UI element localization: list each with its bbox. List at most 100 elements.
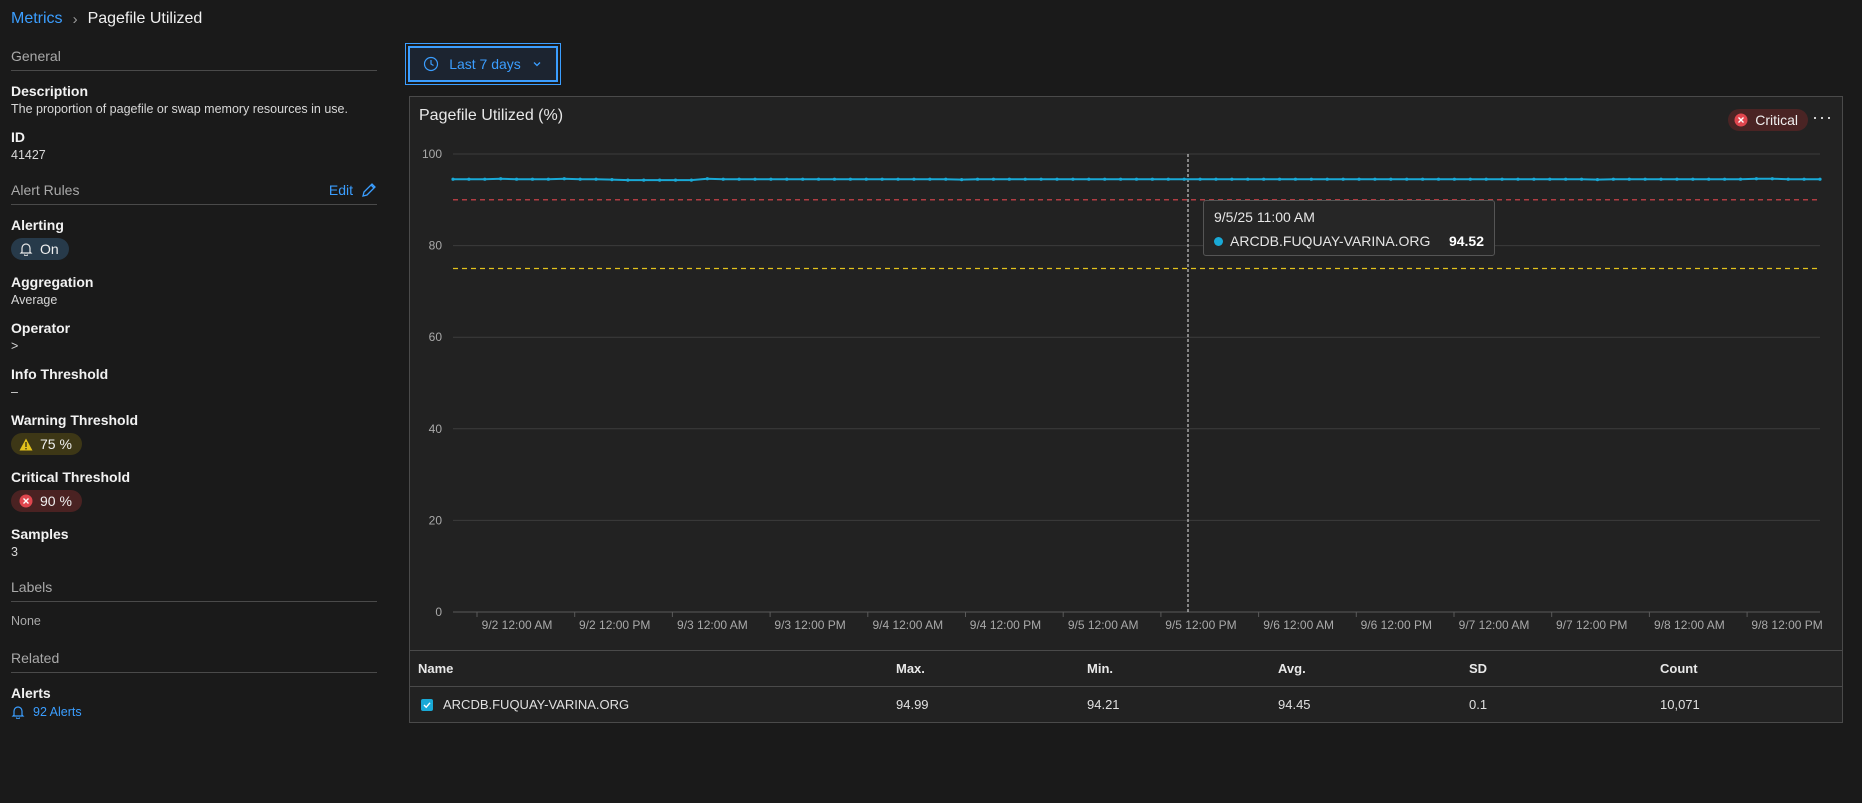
chevron-down-icon <box>533 62 541 67</box>
y-tick-label: 0 <box>435 605 442 619</box>
series-point <box>1818 177 1822 181</box>
series-point <box>991 177 996 181</box>
col-name-header[interactable]: Name <box>418 661 453 676</box>
id-label: ID <box>11 129 25 145</box>
series-point <box>928 177 932 181</box>
description-label: Description <box>11 83 89 99</box>
y-tick-label: 20 <box>429 513 443 527</box>
time-range-dropdown[interactable]: Last 7 days <box>405 43 561 85</box>
series-point <box>1421 177 1425 181</box>
series-point <box>1500 177 1504 181</box>
y-tick-label: 40 <box>429 422 443 436</box>
series-point <box>1436 177 1441 181</box>
col-min-header[interactable]: Min. <box>1087 661 1113 676</box>
series-point <box>1007 177 1011 181</box>
line-chart[interactable]: 0 20 40 60 80 100 9/2 12:00 AM 9/2 12:00 PM 9/3 … <box>410 97 1842 650</box>
series-point <box>832 177 837 181</box>
series-checkbox[interactable] <box>421 698 433 711</box>
series-point <box>1230 177 1234 181</box>
x-tick-label: 9/5 12:00 PM <box>1165 618 1236 632</box>
bell-icon <box>19 243 33 256</box>
samples-label: Samples <box>11 526 69 542</box>
row-max: 94.99 <box>896 697 929 712</box>
series-point <box>1389 177 1393 181</box>
series-point <box>1055 177 1059 181</box>
critical-threshold-label: Critical Threshold <box>11 469 131 485</box>
series-point <box>1198 177 1202 181</box>
col-sd-header[interactable]: SD <box>1469 661 1487 676</box>
series-point <box>1707 177 1711 181</box>
series-point <box>1516 177 1520 181</box>
series-point <box>1405 177 1409 181</box>
series-point <box>578 177 582 181</box>
series-point <box>1691 177 1695 181</box>
series-point <box>626 178 630 182</box>
series-point <box>1341 177 1345 181</box>
series-point <box>1166 177 1170 181</box>
series-point <box>1532 177 1536 181</box>
series-point <box>658 178 662 182</box>
series-point <box>1659 177 1663 181</box>
operator-label: Operator <box>11 320 71 336</box>
series-point <box>1262 177 1266 181</box>
series-point <box>1023 177 1027 181</box>
breadcrumb: Metrics › Pagefile Utilized <box>11 10 202 28</box>
series-point <box>1325 177 1329 181</box>
col-max-header[interactable]: Max. <box>896 661 925 676</box>
row-avg: 94.45 <box>1278 697 1311 712</box>
series-point <box>912 177 916 181</box>
row-name: ARCDB.FUQUAY-VARINA.ORG <box>443 697 630 712</box>
x-tick-label: 9/8 12:00 AM <box>1654 618 1725 632</box>
series-point <box>1119 177 1123 181</box>
labels-value: None <box>11 614 41 628</box>
bell-icon <box>11 706 25 719</box>
series-point <box>1150 177 1154 181</box>
breadcrumb-metrics-link[interactable]: Metrics <box>11 10 63 28</box>
col-avg-header[interactable]: Avg. <box>1278 661 1306 676</box>
series-point <box>1182 177 1186 181</box>
tooltip-value: 94.52 <box>1448 233 1484 249</box>
series-point <box>1579 177 1584 181</box>
edit-alert-rules-button[interactable]: Edit <box>329 182 377 198</box>
x-tick-label: 9/5 12:00 AM <box>1068 618 1139 632</box>
chart-card: Pagefile Utilized (%) Critical ··· 0 20 40… <box>409 96 1843 723</box>
id-value: 41427 <box>11 148 46 162</box>
series-point <box>1039 177 1043 181</box>
description-value: The proportion of pagefile or swap memor… <box>11 102 348 116</box>
series-point <box>1627 177 1631 181</box>
alerts-link[interactable]: 92 Alerts <box>11 705 377 719</box>
stats-table: Name Max. Min. Avg. SD Count ARCDB.FUQUA… <box>410 650 1842 722</box>
series-point <box>1595 178 1600 182</box>
info-threshold-value: – <box>11 385 18 399</box>
series-point <box>1770 177 1774 181</box>
series-point <box>451 177 455 181</box>
x-tick-label: 9/2 12:00 AM <box>482 618 553 632</box>
clock-icon <box>424 56 439 72</box>
series-point <box>1103 177 1107 181</box>
aggregation-label: Aggregation <box>11 274 94 290</box>
x-tick-label: 9/7 12:00 PM <box>1556 618 1627 632</box>
y-tick-label: 80 <box>429 239 443 253</box>
checkmark-icon <box>423 701 431 708</box>
series-point <box>1564 177 1568 181</box>
series-point <box>1071 177 1075 181</box>
series-point <box>467 177 471 181</box>
table-row: ARCDB.FUQUAY-VARINA.ORG 94.99 94.21 94.4… <box>410 687 1842 722</box>
series-point <box>705 177 709 181</box>
series-point <box>1786 177 1790 181</box>
alerting-status-badge: On <box>11 238 69 260</box>
col-count-header[interactable]: Count <box>1660 661 1698 676</box>
x-tick-label: 9/8 12:00 PM <box>1751 618 1822 632</box>
alerting-label: Alerting <box>11 217 64 233</box>
series-point <box>785 177 789 181</box>
x-tick-label: 9/3 12:00 AM <box>677 618 748 632</box>
series-point <box>1087 177 1091 181</box>
time-range-label: Last 7 days <box>449 56 521 72</box>
y-tick-label: 60 <box>429 330 443 344</box>
series-point <box>769 177 773 181</box>
alert-rules-section-header: Alert Rules Edit <box>11 182 377 205</box>
series-point <box>1357 177 1361 181</box>
series-point <box>1373 177 1377 181</box>
table-header-row: Name Max. Min. Avg. SD Count <box>410 650 1842 687</box>
info-threshold-label: Info Threshold <box>11 366 109 382</box>
